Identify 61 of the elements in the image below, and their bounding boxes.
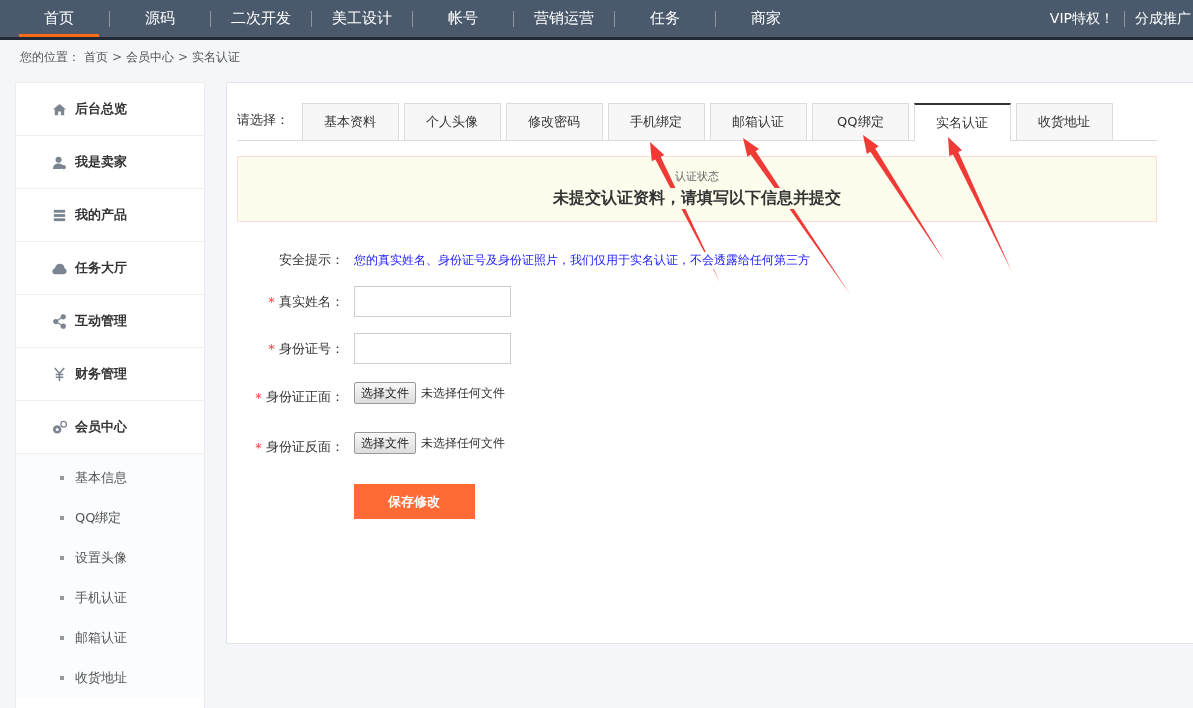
file-status: 未选择任何文件	[420, 435, 505, 452]
nav-link[interactable]: VIP特权！	[1047, 9, 1116, 28]
breadcrumb-label: 您的位置：	[20, 48, 80, 66]
status-message: 未提交认证资料，请填写以下信息并提交	[552, 188, 841, 209]
tab[interactable]: 基本资料	[301, 103, 399, 140]
required-mark: *	[268, 341, 275, 356]
sidebar-subitem[interactable]: QQ绑定	[16, 498, 204, 538]
breadcrumb-link[interactable]: 首页	[84, 48, 108, 66]
gears-icon	[52, 419, 67, 435]
required-mark: *	[255, 439, 262, 455]
input-field[interactable]	[353, 333, 511, 364]
input-field[interactable]	[353, 286, 511, 317]
notice-label: 安全提示：	[277, 251, 345, 269]
tabs-label: 请选择：	[236, 111, 290, 129]
nav-link[interactable]: 商家	[726, 0, 806, 37]
nav-link[interactable]: 二次开发	[221, 0, 301, 37]
nav-link[interactable]: 帐号	[423, 0, 503, 37]
sidebar-subitem[interactable]: 手机认证	[16, 578, 204, 618]
tab[interactable]: 手机绑定	[607, 103, 705, 140]
share-icon	[52, 313, 67, 329]
breadcrumb-separator: >	[178, 50, 189, 64]
sidebar-item[interactable]: 我是卖家	[16, 136, 204, 189]
sidebar-item[interactable]: 我的产品	[16, 189, 204, 242]
nav-link[interactable]: 源码	[120, 0, 200, 37]
required-mark: *	[255, 389, 262, 405]
sidebar-subitem[interactable]: 基本信息	[16, 458, 204, 498]
breadcrumb-link[interactable]: 实名认证	[192, 48, 241, 66]
sidebar-subitem[interactable]: 收货地址	[16, 658, 204, 698]
required-mark: *	[268, 294, 275, 309]
file-status: 未选择任何文件	[420, 385, 505, 402]
tab[interactable]: QQ绑定	[811, 103, 909, 140]
tab[interactable]: 修改密码	[505, 103, 603, 140]
sidebar-subitem[interactable]: 邮箱认证	[16, 618, 204, 658]
tab[interactable]: 收货地址	[1015, 103, 1113, 140]
breadcrumb-link[interactable]: 会员中心	[126, 48, 175, 66]
tab[interactable]: 实名认证	[913, 103, 1011, 141]
sidebar-item[interactable]: 财务管理	[16, 348, 204, 401]
status-caption: 认证状态	[674, 169, 719, 184]
choose-file-button[interactable]: 选择文件	[353, 432, 416, 454]
sidebar-item[interactable]: 任务大厅	[16, 242, 204, 295]
sidebar-item[interactable]: 后台总览	[16, 83, 204, 136]
notice-text: 您的真实姓名、身份证号及身份证照片，我们仅用于实名认证，不会透露给任何第三方	[353, 251, 810, 269]
field-label: 真实姓名：	[278, 292, 344, 311]
choose-file-button[interactable]: 选择文件	[353, 382, 416, 404]
list-icon	[52, 207, 67, 223]
sidebar-item[interactable]: 互动管理	[16, 295, 204, 348]
breadcrumb-separator: >	[112, 50, 123, 64]
field-label: 身份证号：	[278, 339, 344, 358]
nav-link[interactable]: 任务	[625, 0, 705, 37]
nav-link[interactable]: 分成推广	[1133, 9, 1193, 28]
field-label: 身份证正面：	[265, 388, 344, 406]
sidebar-subitem[interactable]: 设置头像	[16, 538, 204, 578]
nav-link[interactable]: 首页	[19, 0, 99, 37]
home-icon	[52, 101, 67, 117]
tab[interactable]: 个人头像	[403, 103, 501, 140]
nav-link[interactable]: 营销运营	[524, 0, 604, 37]
yen-icon	[52, 366, 67, 382]
field-label: 身份证反面：	[265, 438, 344, 456]
nav-link[interactable]: 美工设计	[322, 0, 402, 37]
tab[interactable]: 邮箱认证	[709, 103, 807, 140]
user-icon	[52, 154, 67, 170]
